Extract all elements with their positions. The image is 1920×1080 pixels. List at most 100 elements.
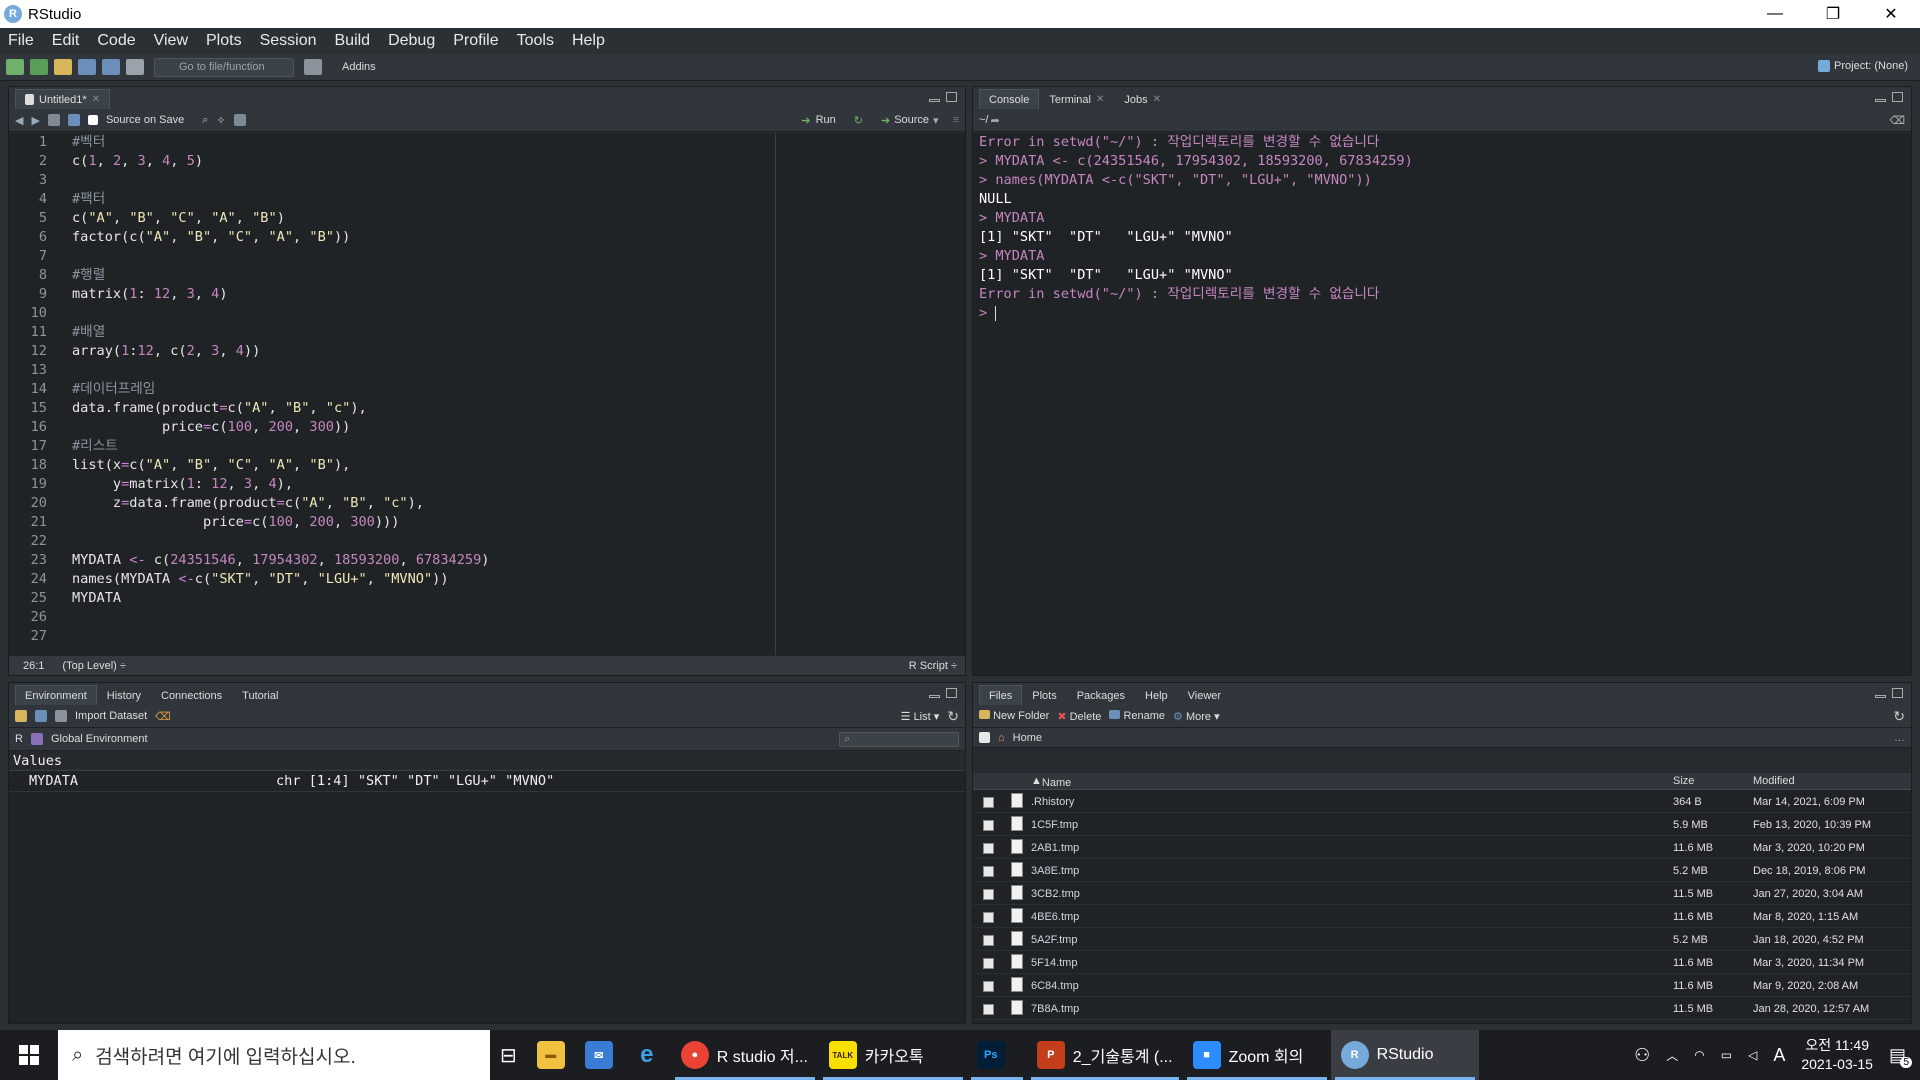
menu-help[interactable]: Help [572,32,605,50]
run-button[interactable]: ➔ Run [801,114,835,127]
tab-packages[interactable]: Packages [1067,685,1135,705]
ime-indicator[interactable]: A [1773,1045,1785,1066]
file-checkbox[interactable] [983,981,994,992]
tab-console[interactable]: Console [979,89,1040,109]
forward-arrow-icon[interactable]: ▶ [31,114,39,127]
file-checkbox[interactable] [983,935,994,946]
code-line[interactable]: data.frame(product=c("A", "B", "c"), [72,399,965,418]
menu-build[interactable]: Build [335,32,371,50]
maximize-button[interactable]: ❐ [1804,0,1862,28]
code-line[interactable]: array(1:12, c(2, 3, 4)) [72,342,965,361]
code-line[interactable]: #벡터 [72,133,965,152]
tab-tutorial[interactable]: Tutorial [232,685,288,705]
file-name-link[interactable]: 7B8A.tmp [1031,1003,1079,1015]
file-name-link[interactable]: 5F14.tmp [1031,957,1077,969]
tab-files[interactable]: Files [979,685,1023,705]
file-row[interactable]: 2AB1.tmp 11.6 MB Mar 3, 2020, 10:20 PM [973,836,1911,859]
search-icon[interactable]: ⌕ [202,114,208,127]
close-button[interactable]: ✕ [1862,0,1920,28]
code-line[interactable] [72,361,965,380]
addins-menu[interactable]: Addins [342,61,376,73]
close-tab-icon[interactable]: ✕ [92,94,100,105]
save-file-icon[interactable] [67,114,80,126]
column-size[interactable]: Size [1673,775,1694,787]
taskbar-app-chrome[interactable]: ● R studio 저... [671,1030,819,1080]
menu-file[interactable]: File [8,32,34,50]
code-line[interactable]: price=c(100, 200, 300)) [72,418,965,437]
code-line[interactable]: z=data.frame(product=c("A", "B", "c"), [72,494,965,513]
close-tab-icon[interactable]: ✕ [1096,94,1104,105]
code-line[interactable] [72,608,965,627]
file-checkbox[interactable] [983,958,994,969]
file-name-link[interactable]: 2AB1.tmp [1031,842,1079,854]
code-lines[interactable]: #벡터 c(1, 2, 3, 4, 5) #팩터 c("A", "B", "C", "… [72,133,965,655]
menu-session[interactable]: Session [260,32,317,50]
taskbar-app-zoom[interactable]: ■ Zoom 회의 [1183,1030,1331,1080]
delete-button[interactable]: ✖ Delete [1057,710,1101,723]
refresh-files-icon[interactable]: ↻ [1893,708,1905,725]
tab-viewer[interactable]: Viewer [1178,685,1231,705]
close-tab-icon[interactable]: ✕ [1153,94,1161,105]
code-line[interactable]: y=matrix(1: 12, 3, 4), [72,475,965,494]
code-line[interactable]: c(1, 2, 3, 4, 5) [72,152,965,171]
taskbar-app-powerpoint[interactable]: P 2_기술통계 (... [1027,1030,1183,1080]
env-variable-row[interactable]: MYDATA chr [1:4] "SKT" "DT" "LGU+" "MVNO… [9,771,965,792]
file-checkbox[interactable] [983,1004,994,1015]
maximize-pane-icon[interactable] [946,92,957,102]
list-view-menu[interactable]: ☰ List ▾ [901,710,940,723]
file-checkbox[interactable] [983,912,994,923]
volume-icon[interactable]: ◁ [1748,1048,1757,1062]
source-on-save-checkbox[interactable] [87,115,98,125]
document-outline-icon[interactable]: ≡ [953,114,959,126]
file-name-link[interactable]: 5A2F.tmp [1031,934,1077,946]
import-dataset-button[interactable]: Import Dataset [75,710,147,722]
start-button[interactable] [0,1030,58,1080]
code-line[interactable]: MYDATA [72,589,965,608]
file-row[interactable]: 3CB2.tmp 11.5 MB Jan 27, 2020, 3:04 AM [973,882,1911,905]
file-name-link[interactable]: 3CB2.tmp [1031,888,1080,900]
grid-layout-icon[interactable] [304,59,322,75]
refresh-icon[interactable]: ↻ [947,708,959,725]
file-type-selector[interactable]: R Script ÷ [909,660,957,672]
code-line[interactable]: #데이터프레임 [72,380,965,399]
code-line[interactable] [72,171,965,190]
file-explorer-icon[interactable]: ▬ [527,1030,575,1080]
maximize-pane-icon[interactable] [946,688,957,698]
taskbar-app-rstudio[interactable]: R RStudio [1330,1030,1479,1080]
console-output[interactable]: Error in setwd("~/") : 작업디렉토리를 변경할 수 없습니… [973,133,1911,675]
file-checkbox[interactable] [983,843,994,854]
code-line[interactable]: matrix(1: 12, 3, 4) [72,285,965,304]
file-row[interactable]: 6C84.tmp 11.6 MB Mar 9, 2020, 2:08 AM [973,974,1911,997]
tab-history[interactable]: History [97,685,151,705]
file-row[interactable]: 3A8E.tmp 5.2 MB Dec 18, 2019, 8:06 PM [973,859,1911,882]
code-line[interactable]: price=c(100, 200, 300))) [72,513,965,532]
print-icon[interactable] [126,59,144,75]
load-workspace-icon[interactable] [15,710,27,722]
minimize-pane-icon[interactable] [929,99,940,102]
code-line[interactable]: #배열 [72,323,965,342]
code-line[interactable]: c("A", "B", "C", "A", "B") [72,209,965,228]
minimize-pane-icon[interactable] [1875,695,1886,698]
rerun-icon[interactable]: ↻ [854,114,863,127]
save-icon[interactable] [78,59,96,75]
code-tools-wand-icon[interactable]: ✧ [216,114,225,127]
file-row[interactable]: 1C5F.tmp 5.9 MB Feb 13, 2020, 10:39 PM [973,813,1911,836]
code-line[interactable]: list(x=c("A", "B", "C", "A", "B"), [72,456,965,475]
internet-explorer-icon[interactable]: e [623,1030,671,1080]
file-name-link[interactable]: .Rhistory [1031,796,1074,808]
taskbar-search-box[interactable]: ⌕ 검색하려면 여기에 입력하십시오. [58,1030,490,1080]
tab-plots[interactable]: Plots [1022,685,1066,705]
tab-help[interactable]: Help [1135,685,1178,705]
column-name[interactable]: ▲ Name [1031,775,1071,789]
file-checkbox[interactable] [983,797,994,808]
code-line[interactable]: names(MYDATA <-c("SKT", "DT", "LGU+", "M… [72,570,965,589]
file-row[interactable]: 8A06.tmp11.5 MBFeb 10, 2020, 12:30 AM [973,1020,1911,1023]
file-name-link[interactable]: 3A8E.tmp [1031,865,1079,877]
people-icon[interactable]: ⚇ [1634,1045,1650,1066]
code-line[interactable] [72,532,965,551]
code-line[interactable] [72,304,965,323]
save-workspace-icon[interactable] [35,710,47,722]
menu-edit[interactable]: Edit [52,32,80,50]
minimize-pane-icon[interactable] [929,695,940,698]
minimize-button[interactable]: — [1746,0,1804,28]
